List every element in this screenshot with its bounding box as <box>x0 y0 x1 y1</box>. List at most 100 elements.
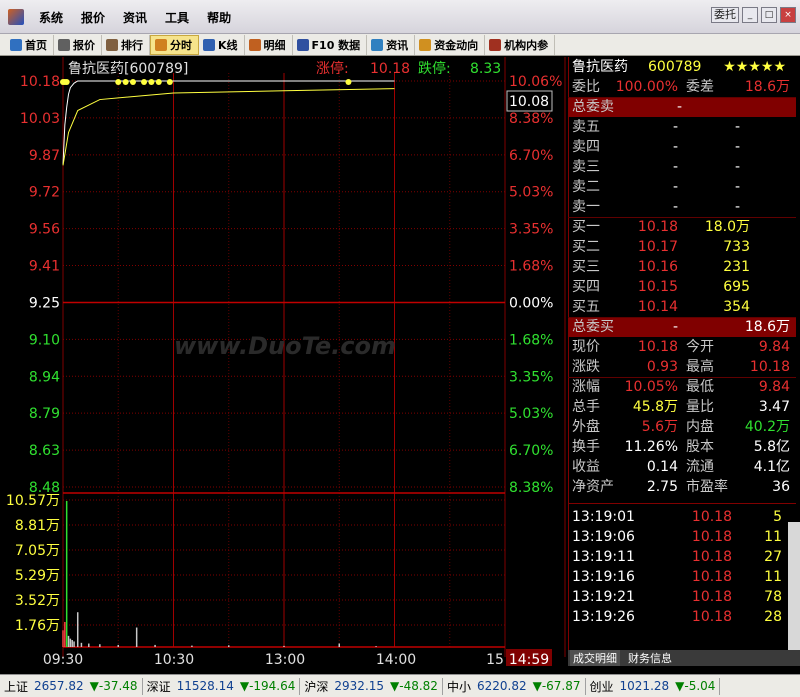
limit-marker <box>122 79 129 85</box>
timeshare-chart[interactable]: 10.18 10.06% 10.03 8.38% 9.87 6.70% 9.72 5.03% 9… <box>0 57 568 674</box>
toolbar-timeshare-button[interactable]: 分时 <box>150 34 199 55</box>
toolbar-label: 明细 <box>263 38 286 52</box>
order-price: - <box>672 139 678 155</box>
tick-price: 10.18 <box>691 569 732 585</box>
tick-time: 13:19:11 <box>572 549 635 565</box>
menu-news[interactable]: 资讯 <box>114 9 156 26</box>
maximize-button[interactable]: □ <box>761 7 777 23</box>
stat-label: 总手 <box>572 399 600 415</box>
limit-down-value: 8.33 <box>470 61 501 77</box>
stats-row: 现价 10.18 今开 9.84 <box>568 337 796 357</box>
order-buy-row: 买二 10.17 733 <box>568 237 796 257</box>
order-price: - <box>672 119 678 135</box>
tab-trade-detail[interactable]: 成交明细 <box>570 650 620 666</box>
close-button[interactable]: × <box>780 7 796 23</box>
ticks-scrollbar[interactable] <box>788 522 800 650</box>
tick-price: 10.18 <box>691 509 732 525</box>
limit-up-label: 涨停: <box>316 60 349 77</box>
order-volume: 695 <box>723 279 750 295</box>
total-sell-value: - <box>676 99 682 115</box>
index-0[interactable]: 上证 2657.82 ▼-37.48 <box>0 677 143 695</box>
tick-price: 10.18 <box>691 549 732 565</box>
tick-volume: 5 <box>773 509 782 525</box>
total-buy-value: 18.6万 <box>744 319 790 335</box>
order-price: 10.16 <box>637 259 678 275</box>
menu-system[interactable]: 系统 <box>30 9 72 26</box>
index-4[interactable]: 创业 1021.28 ▼-5.04 <box>586 677 721 695</box>
stat-label: 今开 <box>686 339 714 355</box>
minimize-button[interactable]: _ <box>742 7 758 23</box>
volume-tick-label: 1.76万 <box>15 618 60 634</box>
limit-marker <box>345 79 352 85</box>
fund-label: 流通 <box>686 459 714 475</box>
toolbar-f10-button[interactable]: F10 数据 <box>293 34 368 55</box>
stat-value: 5.6万 <box>641 419 678 435</box>
index-name: 沪深 <box>304 679 329 694</box>
toolbar-home-button[interactable]: 首页 <box>6 34 54 55</box>
volume-tick-label: 8.81万 <box>15 518 60 534</box>
order-label: 买五 <box>572 299 600 315</box>
wei-bi-label: 委比 <box>572 79 600 95</box>
price-tick-label: 9.87 <box>29 148 60 164</box>
order-volume: 18.0万 <box>704 219 750 235</box>
fund-value: 2.75 <box>646 479 678 495</box>
index-value: 2657.82 <box>34 679 84 693</box>
menu-help[interactable]: 帮助 <box>198 9 240 26</box>
index-1[interactable]: 深证 11528.14 ▼-194.64 <box>143 677 301 695</box>
order-sell-row: 卖一 - - <box>568 197 796 217</box>
menu-quote[interactable]: 报价 <box>72 9 114 26</box>
limit-marker <box>166 79 173 85</box>
toolbar-kline-button[interactable]: K线 <box>199 34 245 55</box>
limit-up-value: 10.18 <box>370 61 410 77</box>
index-2[interactable]: 沪深 2932.15 ▼-48.82 <box>300 677 443 695</box>
toolbar-detail-button[interactable]: 明细 <box>245 34 293 55</box>
tick-price: 10.18 <box>691 529 732 545</box>
panel-tabs: 成交明细 财务信息 <box>568 650 800 666</box>
tick-time: 13:19:16 <box>572 569 635 585</box>
fund-label: 股本 <box>686 439 714 455</box>
order-volume: - <box>734 159 740 175</box>
tick-row: 13:19:11 10.18 27 <box>568 547 796 567</box>
toolbar-money-flow-button[interactable]: 资金动向 <box>415 34 486 55</box>
limit-marker <box>155 79 162 85</box>
tick-row: 13:19:21 10.18 78 <box>568 587 796 607</box>
toolbar-label: F10 数据 <box>311 38 361 52</box>
chart-bottom-band <box>0 666 568 674</box>
commission-button[interactable]: 委托 <box>711 7 739 23</box>
f10-icon <box>296 38 309 51</box>
rank-icon <box>106 38 118 51</box>
order-volume: 231 <box>723 259 750 275</box>
toolbar-label: 排行 <box>121 38 143 52</box>
menu-tools[interactable]: 工具 <box>156 9 198 26</box>
title-bar: 系统 报价 资讯 工具 帮助 委托 _ □ × <box>0 0 800 34</box>
tick-row: 13:19:06 10.18 11 <box>568 527 796 547</box>
order-label: 买四 <box>572 279 600 295</box>
stat-value: 9.84 <box>758 339 790 355</box>
volume-tick-label: 5.29万 <box>15 568 60 584</box>
toolbar-news-button[interactable]: 资讯 <box>367 34 416 55</box>
toolbar-label: 首页 <box>25 38 47 52</box>
order-label: 卖四 <box>572 139 600 155</box>
tick-volume: 11 <box>764 569 782 585</box>
toolbar-label: 机构内参 <box>504 38 549 52</box>
toolbar-quote-table-button[interactable]: 报价 <box>54 34 102 55</box>
toolbar-label: 资金动向 <box>434 38 479 52</box>
stat-value: 45.8万 <box>632 399 678 415</box>
order-volume: 733 <box>723 239 750 255</box>
fund-label: 市盈率 <box>686 479 728 495</box>
fund-row: 换手 11.26% 股本 5.8亿 <box>568 437 796 457</box>
order-price: 10.18 <box>637 219 678 235</box>
tab-financial-info[interactable]: 财务信息 <box>628 650 672 666</box>
index-3[interactable]: 中小 6220.82 ▼-67.87 <box>443 677 586 695</box>
order-buy-row: 买三 10.16 231 <box>568 257 796 277</box>
index-change: ▼-194.64 <box>239 679 296 693</box>
tick-volume: 78 <box>764 589 782 605</box>
limit-marker <box>129 79 136 85</box>
stat-label: 外盘 <box>572 419 600 435</box>
panel-divider <box>568 377 796 378</box>
order-label: 卖三 <box>572 159 600 175</box>
limit-marker <box>63 79 70 85</box>
toolbar-rank-button[interactable]: 排行 <box>102 34 150 55</box>
stats-row: 涨幅 10.05% 最低 9.84 <box>568 377 796 397</box>
toolbar-institution-button[interactable]: 机构内参 <box>485 34 556 55</box>
